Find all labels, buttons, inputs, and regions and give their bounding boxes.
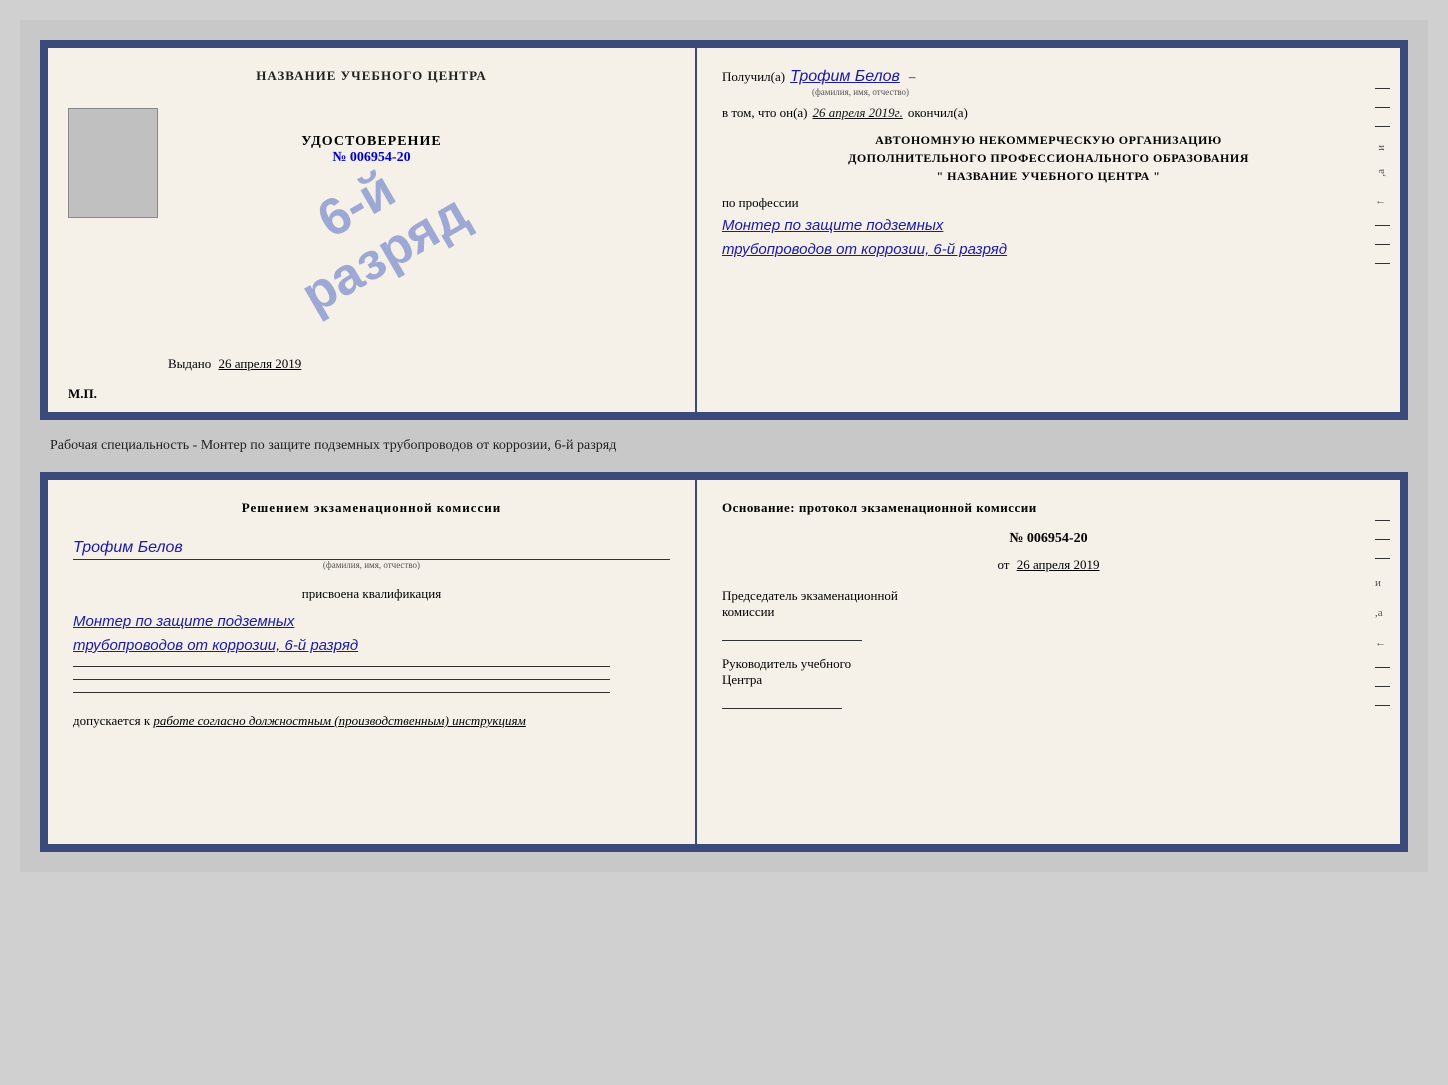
vtom-date: 26 апреля 2019г.	[813, 105, 903, 121]
osnovanie-title: Основание: протокол экзаменационной коми…	[722, 500, 1375, 516]
photo-placeholder	[68, 108, 158, 218]
certificate-bottom: Решением экзаменационной комиссии Трофим…	[40, 472, 1408, 852]
bottom-side-dash-5	[1375, 686, 1390, 687]
bottom-fio-block: Трофим Белов (фамилия, имя, отчество)	[73, 539, 670, 570]
org-line3: " НАЗВАНИЕ УЧЕБНОГО ЦЕНТРА "	[722, 167, 1375, 185]
bottom-side-dash-2	[1375, 539, 1390, 540]
ot-date-value: 26 апреля 2019	[1017, 557, 1100, 572]
side-dash-6	[1375, 263, 1390, 264]
rukovoditel-block: Руководитель учебного Центра	[722, 656, 1375, 709]
poluchil-label: Получил(a)	[722, 69, 785, 85]
dopuskaetsya-label: допускается к	[73, 713, 150, 728]
bottom-side-text-i: и	[1375, 577, 1390, 589]
vydano-label: Выдано	[168, 356, 211, 371]
po-professii-label: по профессии	[722, 195, 1375, 211]
ot-label: от	[997, 557, 1009, 572]
vtom-line: в том, что он(а) 26 апреля 2019г. окончи…	[722, 105, 1375, 121]
certificate-top: НАЗВАНИЕ УЧЕБНОГО ЦЕНТРА УДОСТОВЕРЕНИЕ №…	[40, 40, 1408, 420]
side-dash-1	[1375, 88, 1390, 89]
predsedatel-signature-line	[722, 640, 862, 641]
dopuskaetsya-block: допускается к работе согласно должностны…	[73, 713, 670, 729]
bottom-side-dash-3	[1375, 558, 1390, 559]
page-wrapper: НАЗВАНИЕ УЧЕБНОГО ЦЕНТРА УДОСТОВЕРЕНИЕ №…	[20, 20, 1428, 872]
vtom-prefix: в том, что он(а)	[722, 105, 808, 121]
bottom-right-panel: Основание: протокол экзаменационной коми…	[697, 480, 1400, 844]
vydano-block: Выдано 26 апреля 2019	[168, 356, 301, 372]
rukovoditel-line1: Руководитель учебного	[722, 656, 1375, 672]
profession-name: Монтер по защите подземных трубопроводов…	[722, 214, 1375, 262]
mp-label: М.П.	[68, 386, 97, 402]
side-text-a: ,а	[1375, 169, 1390, 177]
side-dash-5	[1375, 244, 1390, 245]
side-dash-4	[1375, 225, 1390, 226]
udostoverenie-title: УДОСТОВЕРЕНИЕ	[301, 134, 441, 150]
org-line2: ДОПОЛНИТЕЛЬНОГО ПРОФЕССИОНАЛЬНОГО ОБРАЗО…	[722, 149, 1375, 167]
udostoverenie-block: УДОСТОВЕРЕНИЕ № 006954-20	[301, 134, 441, 166]
underline-2	[73, 679, 610, 680]
org-line1: АВТОНОМНУЮ НЕКОММЕРЧЕСКУЮ ОРГАНИЗАЦИЮ	[722, 131, 1375, 149]
ot-date: от 26 апреля 2019	[722, 557, 1375, 573]
right-side-lines-bottom: и ,а ←	[1375, 520, 1390, 706]
bottom-side-text-a: ,а	[1375, 607, 1390, 619]
side-dash-2	[1375, 107, 1390, 108]
cert-right-panel: Получил(a) Трофим Белов – (фамилия, имя,…	[697, 48, 1400, 412]
top-cert-title: НАЗВАНИЕ УЧЕБНОГО ЦЕНТРА	[256, 68, 487, 84]
rukovoditel-line2: Центра	[722, 672, 1375, 688]
protocol-number: № 006954-20	[722, 531, 1375, 547]
org-block: АВТОНОМНУЮ НЕКОММЕРЧЕСКУЮ ОРГАНИЗАЦИЮ ДО…	[722, 131, 1375, 185]
bottom-side-dash-1	[1375, 520, 1390, 521]
bottom-fio-label: (фамилия, имя, отчество)	[73, 560, 670, 570]
rukovoditel-signature-line	[722, 708, 842, 709]
predsedatel-block: Председатель экзаменационной комиссии	[722, 588, 1375, 641]
bottom-fio-name: Трофим Белов	[73, 539, 670, 560]
bottom-lines	[73, 666, 670, 693]
bottom-side-dash-4	[1375, 667, 1390, 668]
bottom-side-dash-6	[1375, 705, 1390, 706]
resheniem-title: Решением экзаменационной комиссии	[73, 500, 670, 516]
middle-text: Рабочая специальность - Монтер по защите…	[40, 432, 1408, 460]
fio-sublabel-top: (фамилия, имя, отчество)	[812, 87, 1375, 97]
side-text-arrow: ←	[1375, 195, 1390, 207]
predsedatel-line2: комиссии	[722, 604, 1375, 620]
qualification-name: Монтер по защите подземных трубопроводов…	[73, 610, 670, 658]
side-dash-3	[1375, 126, 1390, 127]
bottom-side-text-arrow: ←	[1375, 637, 1390, 649]
dopuskaetsya-value: работе согласно должностным (производств…	[153, 713, 525, 728]
cert-number: № 006954-20	[301, 150, 441, 166]
side-text-i: и	[1375, 145, 1390, 151]
prisvoena-text: присвоена квалификация	[73, 586, 670, 602]
predsedatel-line1: Председатель экзаменационной	[722, 588, 1375, 604]
underline-3	[73, 692, 610, 693]
poluchil-line: Получил(a) Трофим Белов –	[722, 68, 1375, 86]
underline-1	[73, 666, 610, 667]
recipient-name: Трофим Белов	[790, 68, 900, 86]
vydano-date: 26 апреля 2019	[219, 356, 302, 371]
okonchil-label: окончил(а)	[908, 105, 968, 121]
cert-left-panel: НАЗВАНИЕ УЧЕБНОГО ЦЕНТРА УДОСТОВЕРЕНИЕ №…	[48, 48, 697, 412]
right-side-lines: и ,а ←	[1375, 88, 1390, 264]
dash-label: –	[909, 69, 916, 85]
bottom-left-panel: Решением экзаменационной комиссии Трофим…	[48, 480, 697, 844]
